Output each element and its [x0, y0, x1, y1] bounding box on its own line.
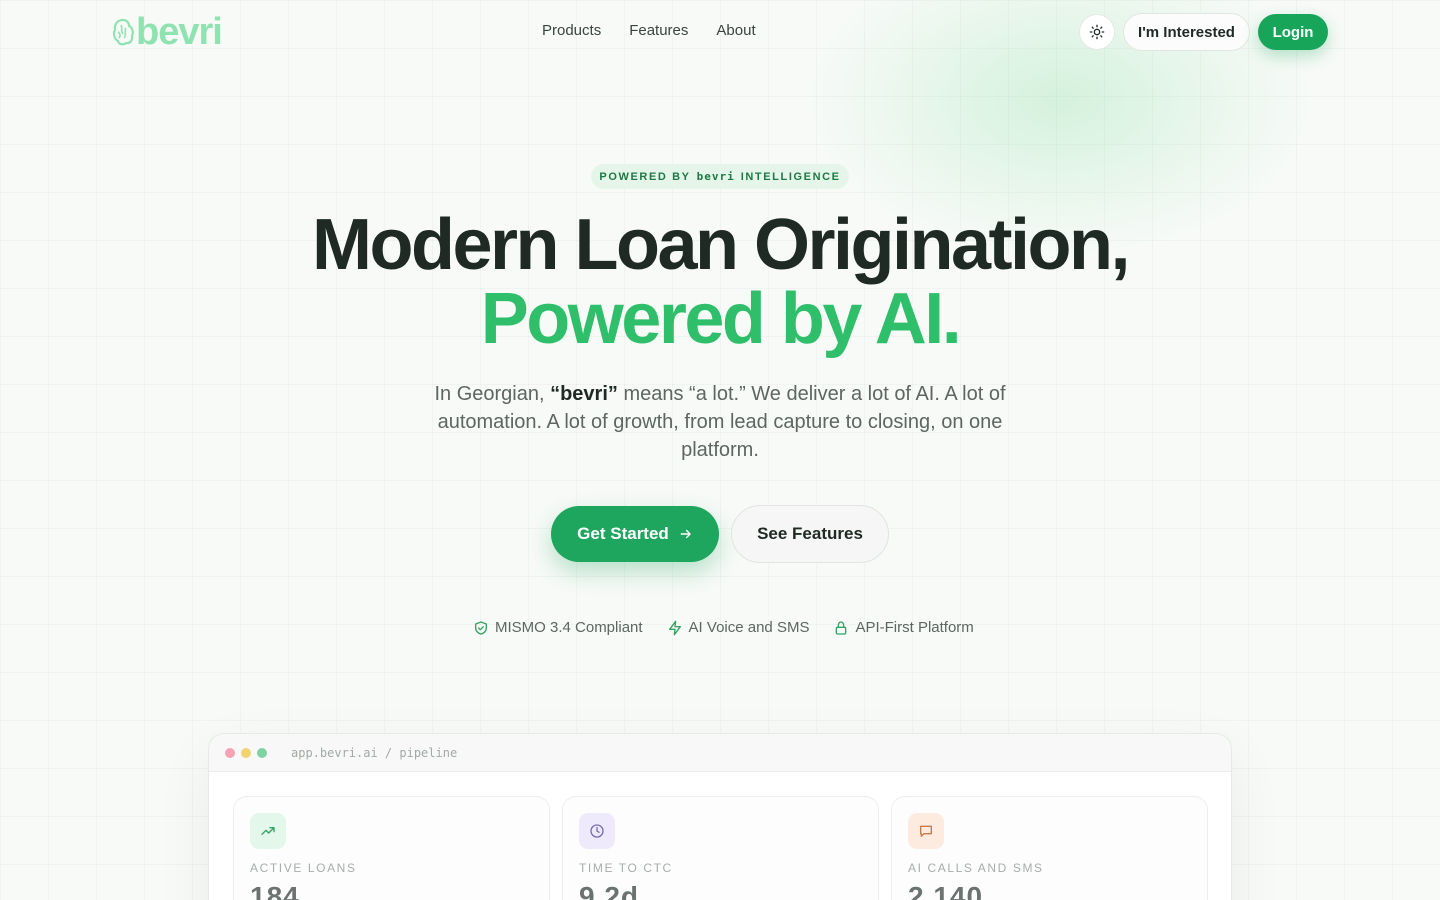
lightning-icon: [668, 620, 681, 635]
get-started-label: Get Started: [577, 524, 669, 543]
sun-icon: [1089, 24, 1105, 40]
feature-item: API-First Platform: [833, 619, 974, 636]
get-started-button[interactable]: Get Started: [551, 506, 719, 562]
shield-check-icon: [475, 620, 487, 635]
stat-icon-wrap: [908, 813, 944, 849]
hero-title-line1: Modern Loan Origination,: [312, 205, 1130, 285]
subtitle-pre: In Georgian,: [434, 383, 551, 405]
stat-card-ai-calls: AI CALLS AND SMS 2,140: [891, 796, 1208, 900]
trending-up-icon: [261, 827, 275, 835]
subtitle-bold: “bevri”: [550, 383, 618, 405]
stat-card-active-loans: ACTIVE LOANS 184: [233, 796, 550, 900]
badge-brand: bevri: [696, 170, 735, 183]
stat-value: 184: [250, 881, 300, 900]
logo-text: bevri: [136, 10, 223, 53]
app-url: app.bevri.ai / pipeline: [291, 745, 458, 760]
window-minimize-dot: [241, 747, 251, 758]
lock-icon: [836, 620, 847, 635]
stat-value: 2,140: [908, 881, 984, 900]
app-preview-window: app.bevri.ai / pipeline ACTIVE LOANS 184…: [208, 733, 1232, 900]
stat-card-time-to-ctc: TIME TO CTC 9.2d: [562, 796, 879, 900]
hero-title-line2: Powered by AI.: [480, 279, 962, 359]
stat-value: 9.2d: [579, 881, 640, 900]
feature-item: MISMO 3.4 Compliant: [473, 619, 643, 636]
nav-item-products[interactable]: Products: [542, 22, 601, 39]
hero-title: Modern Loan Origination, Powered by AI.: [0, 208, 1440, 356]
logo[interactable]: bevri: [112, 10, 223, 53]
stat-icon-wrap: [579, 813, 615, 849]
feature-list: MISMO 3.4 Compliant AI Voice and SMS API…: [473, 619, 974, 636]
arrow-right-icon: [680, 529, 691, 539]
site-header: bevri Products Features About I'm Intere…: [0, 0, 1440, 64]
main-nav: Products Features About: [542, 22, 756, 39]
brain-icon: [112, 18, 134, 46]
feature-label: MISMO 3.4 Compliant: [495, 619, 643, 636]
feature-label: API-First Platform: [855, 619, 974, 636]
badge-prefix: POWERED BY: [599, 170, 691, 183]
nav-item-features[interactable]: Features: [629, 22, 688, 39]
nav-item-about[interactable]: About: [716, 22, 755, 39]
login-button[interactable]: Login: [1258, 14, 1328, 50]
powered-by-badge: POWERED BY bevri INTELLIGENCE: [591, 164, 849, 189]
stat-label: ACTIVE LOANS: [250, 861, 357, 875]
theme-toggle-button[interactable]: [1079, 14, 1115, 50]
chat-icon: [920, 825, 932, 837]
clock-icon: [590, 824, 604, 838]
stat-icon-wrap: [250, 813, 286, 849]
stat-label: TIME TO CTC: [579, 861, 673, 875]
stats-row: ACTIVE LOANS 184 TIME TO CTC 9.2d AI CAL…: [233, 796, 1208, 900]
window-titlebar: app.bevri.ai / pipeline: [209, 734, 1231, 772]
see-features-button[interactable]: See Features: [731, 505, 889, 563]
badge-suffix: INTELLIGENCE: [740, 170, 841, 183]
feature-label: AI Voice and SMS: [688, 619, 810, 636]
window-maximize-dot: [257, 747, 267, 758]
feature-item: AI Voice and SMS: [667, 619, 810, 636]
window-close-dot: [225, 747, 235, 758]
stat-label: AI CALLS AND SMS: [908, 861, 1044, 875]
interested-button[interactable]: I'm Interested: [1123, 13, 1250, 51]
hero-subtitle: In Georgian, “bevri” means “a lot.” We d…: [410, 380, 1030, 464]
